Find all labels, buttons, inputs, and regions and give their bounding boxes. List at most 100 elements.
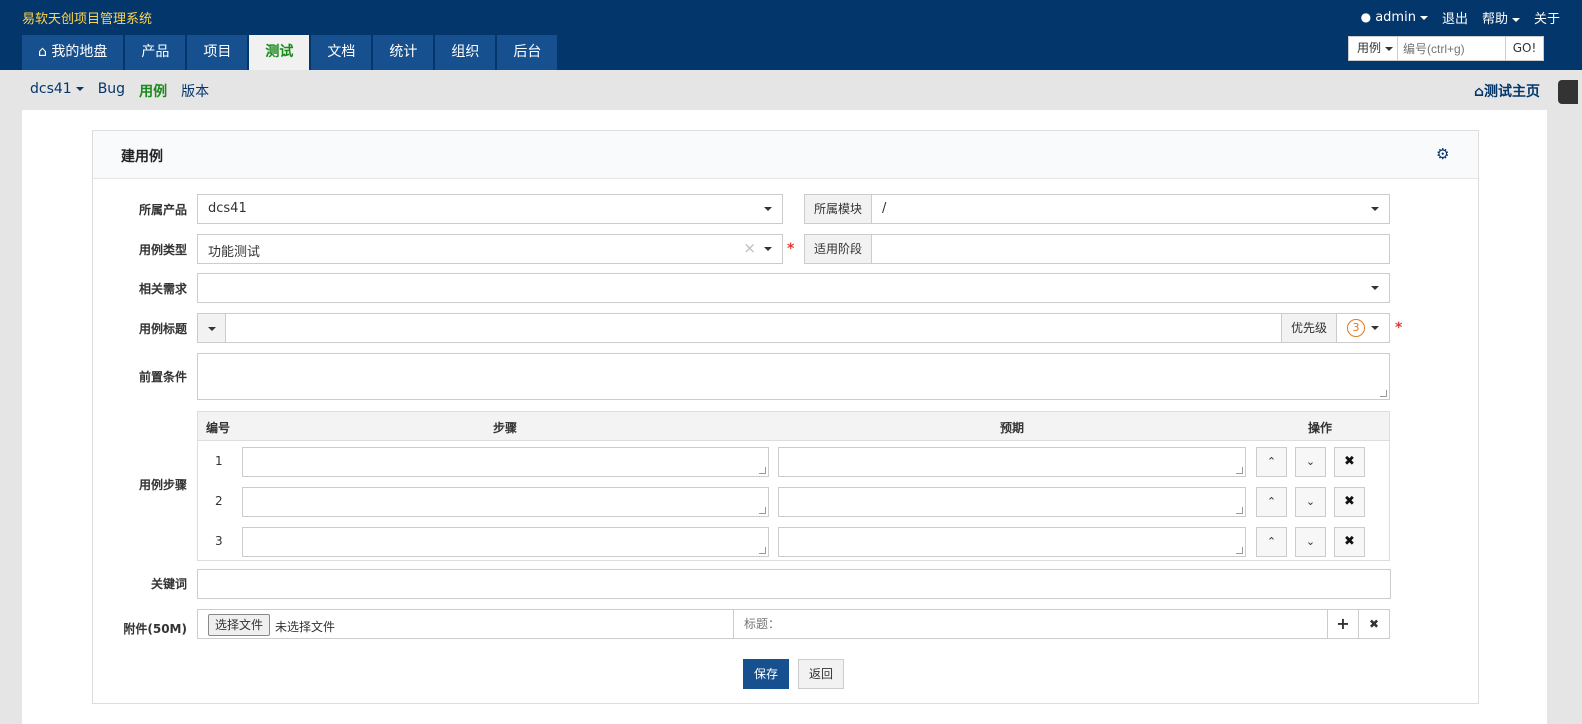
subnav-build[interactable]: 版本 <box>181 81 209 101</box>
col-step: 步骤 <box>493 421 518 435</box>
search-type-select[interactable]: 用例 <box>1348 36 1398 61</box>
expect-textarea[interactable] <box>778 527 1246 557</box>
step-textarea[interactable] <box>242 527 769 557</box>
chevron-down-icon <box>207 326 216 331</box>
double-chevron-up-icon: ⌃ <box>1266 455 1277 468</box>
col-no: 编号 <box>206 421 231 435</box>
step-number: 1 <box>215 454 223 468</box>
top-header: 易软天创项目管理系统 ● admin 退出 帮助 关于 ⌂ 我的地盘 产品 项目… <box>0 0 1582 70</box>
steps-label: 用例步骤 <box>138 478 187 492</box>
expect-textarea[interactable] <box>778 487 1246 517</box>
type-label: 用例类型 <box>138 243 187 257</box>
double-chevron-down-icon: ⌄ <box>1305 455 1316 468</box>
search-box: 用例 GO! <box>1348 36 1544 61</box>
home-icon: ⌂ <box>38 44 52 60</box>
move-down-button[interactable]: ⌄ <box>1295 527 1326 557</box>
type-select[interactable]: 功能测试 × <box>197 234 783 264</box>
side-toggle-tab[interactable] <box>1558 80 1578 104</box>
app-brand[interactable]: 易软天创项目管理系统 <box>22 8 152 27</box>
nav-project[interactable]: 项目 <box>187 35 248 70</box>
back-button[interactable]: 返回 <box>798 659 844 689</box>
help-menu[interactable]: 帮助 <box>1482 8 1520 27</box>
story-select[interactable] <box>197 273 1390 303</box>
nav-label: 我的地盘 <box>51 44 108 60</box>
stage-select[interactable] <box>871 234 1390 264</box>
user-menu[interactable]: ● admin <box>1361 10 1428 25</box>
search-go-button[interactable]: GO! <box>1506 36 1544 61</box>
nav-admin[interactable]: 后台 <box>497 35 558 70</box>
stage-label: 适用阶段 <box>804 234 872 264</box>
expect-textarea[interactable] <box>778 447 1246 477</box>
priority-select[interactable]: 3 <box>1336 313 1390 343</box>
chevron-down-icon <box>1371 326 1379 330</box>
case-title-input[interactable] <box>225 313 1282 343</box>
module-label: 所属模块 <box>804 194 872 224</box>
precondition-textarea[interactable] <box>197 353 1390 400</box>
step-number: 2 <box>215 494 223 508</box>
create-case-panel: 建用例 ⚙ 所属产品 dcs41 所属模块 / 用例类型 功能测试 × * 适用… <box>92 130 1479 704</box>
step-textarea[interactable] <box>242 447 769 477</box>
priority-label: 优先级 <box>1281 313 1337 343</box>
double-chevron-down-icon: ⌄ <box>1305 535 1316 548</box>
close-icon: ✖ <box>1344 534 1355 549</box>
steps-table: 编号 步骤 预期 操作 1 ⌃ ⌄ ✖ 2 ⌃ ⌄ ✖ 3 ⌃ ⌄ ✖ <box>197 411 1390 561</box>
chevron-down-icon <box>75 87 84 91</box>
add-file-button[interactable]: + <box>1327 609 1359 639</box>
chevron-down-icon <box>1419 15 1428 20</box>
table-row: 3 ⌃ ⌄ ✖ <box>198 522 1389 562</box>
sub-nav: dcs41 Bug 用例 版本 ⌂测试主页 <box>0 70 1582 110</box>
subnav-bug[interactable]: Bug <box>98 81 125 101</box>
table-row: 1 ⌃ ⌄ ✖ <box>198 442 1389 482</box>
move-up-button[interactable]: ⌃ <box>1256 527 1287 557</box>
subnav-case[interactable]: 用例 <box>139 81 167 101</box>
save-button[interactable]: 保存 <box>743 659 789 689</box>
product-switcher-label: dcs41 <box>30 81 72 97</box>
nav-my[interactable]: ⌂ 我的地盘 <box>22 35 124 70</box>
page-title: 建用例 <box>121 149 163 165</box>
move-down-button[interactable]: ⌄ <box>1295 447 1326 477</box>
delete-step-button[interactable]: ✖ <box>1334 527 1365 557</box>
product-switcher[interactable]: dcs41 <box>30 81 84 101</box>
move-down-button[interactable]: ⌄ <box>1295 487 1326 517</box>
col-expect: 预期 <box>1000 421 1025 435</box>
color-picker-button[interactable] <box>197 313 226 343</box>
nav-doc[interactable]: 文档 <box>311 35 372 70</box>
gear-icon[interactable]: ⚙ <box>1436 147 1450 162</box>
sub-nav-items: dcs41 Bug 用例 版本 <box>30 81 209 101</box>
module-value: / <box>882 201 887 216</box>
move-up-button[interactable]: ⌃ <box>1256 447 1287 477</box>
nav-report[interactable]: 统计 <box>373 35 434 70</box>
double-chevron-up-icon: ⌃ <box>1266 535 1277 548</box>
file-picker: 选择文件 未选择文件 <box>197 609 734 639</box>
file-title-input[interactable] <box>733 609 1328 639</box>
product-select[interactable]: dcs41 <box>197 194 783 224</box>
qa-home-link[interactable]: ⌂测试主页 <box>1474 81 1540 101</box>
chevron-down-icon <box>1385 46 1394 51</box>
user-name: admin <box>1375 10 1416 25</box>
clear-icon[interactable]: × <box>743 239 756 257</box>
chevron-down-icon <box>1371 286 1379 290</box>
file-none-text: 未选择文件 <box>275 620 336 634</box>
double-chevron-down-icon: ⌄ <box>1305 495 1316 508</box>
panel-header: 建用例 ⚙ <box>93 131 1478 179</box>
nav-product[interactable]: 产品 <box>125 35 186 70</box>
move-up-button[interactable]: ⌃ <box>1256 487 1287 517</box>
nav-company[interactable]: 组织 <box>435 35 496 70</box>
logout-link[interactable]: 退出 <box>1442 8 1468 27</box>
nav-qa[interactable]: 测试 <box>249 35 310 70</box>
choose-file-button[interactable]: 选择文件 <box>208 614 271 636</box>
about-link[interactable]: 关于 <box>1534 8 1560 27</box>
remove-file-button[interactable]: ✖ <box>1358 609 1390 639</box>
delete-step-button[interactable]: ✖ <box>1334 487 1365 517</box>
steps-table-header: 编号 步骤 预期 操作 <box>198 412 1389 441</box>
delete-step-button[interactable]: ✖ <box>1334 447 1365 477</box>
qa-home-label: 测试主页 <box>1484 84 1540 100</box>
chevron-down-icon <box>764 247 772 251</box>
required-marker: * <box>787 241 795 257</box>
step-textarea[interactable] <box>242 487 769 517</box>
product-value: dcs41 <box>208 201 247 216</box>
search-input[interactable] <box>1398 36 1506 61</box>
keywords-input[interactable] <box>197 569 1391 599</box>
module-select[interactable]: / <box>871 194 1390 224</box>
search-type-label: 用例 <box>1357 41 1382 55</box>
